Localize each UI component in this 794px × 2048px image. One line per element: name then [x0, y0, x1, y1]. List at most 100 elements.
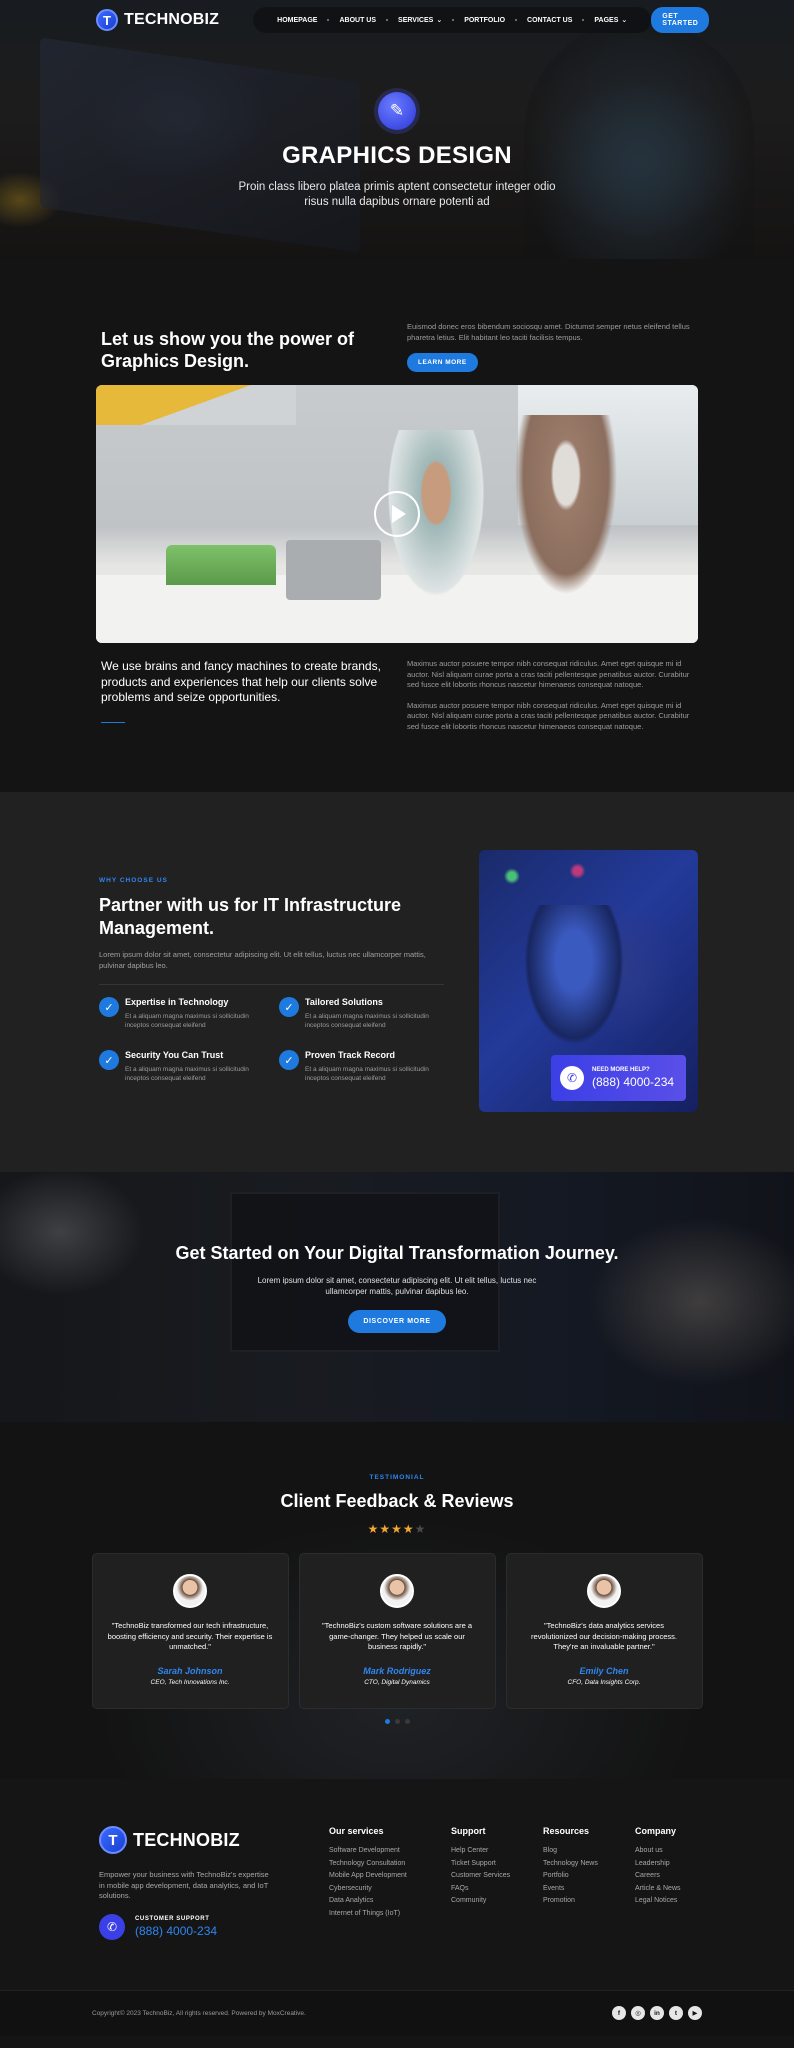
video-thumbnail[interactable] [96, 385, 698, 643]
footer-link[interactable]: About us [635, 1845, 681, 1858]
facebook-icon[interactable]: f [612, 2006, 626, 2020]
learn-more-button[interactable]: LEARN MORE [407, 353, 478, 372]
pagination-dot[interactable] [404, 1719, 410, 1724]
hero-section: T TECHNOBIZ HOMEPAGE ABOUT US SERVICES ⌄ … [0, 0, 794, 259]
feature-text: Et a aliquam magna maximus si sollicitud… [305, 1013, 429, 1029]
footer-link[interactable]: Customer Services [451, 1870, 543, 1883]
cta-description: Lorem ipsum dolor sit amet, consectetur … [257, 1276, 537, 1296]
check-icon: ✓ [99, 997, 119, 1017]
feature-title: Security You Can Trust [125, 1050, 224, 1060]
discover-more-button[interactable]: DISCOVER MORE [348, 1310, 446, 1333]
feature-text: Et a aliquam magna maximus si sollicitud… [125, 1066, 249, 1082]
phone-icon: ✆ [560, 1066, 584, 1090]
avatar [587, 1574, 621, 1608]
logo[interactable]: T TECHNOBIZ [96, 9, 219, 31]
power-lead: We use brains and fancy machines to crea… [101, 659, 381, 704]
chevron-down-icon: ⌄ [436, 17, 443, 24]
footer-link[interactable]: Careers [635, 1870, 681, 1883]
nav-item-services[interactable]: SERVICES ⌄ [388, 16, 452, 25]
star-icon: ★ [391, 1522, 403, 1536]
footer-link[interactable]: Internet of Things (IoT) [329, 1908, 451, 1921]
star-icon: ★ [414, 1522, 427, 1536]
power-heading: Let us show you the power of Graphics De… [101, 329, 355, 371]
avatar [380, 1574, 414, 1608]
footer-link[interactable]: Technology News [543, 1858, 635, 1871]
feature-title: Proven Track Record [305, 1050, 396, 1060]
footer-link[interactable]: Software Development [329, 1845, 451, 1858]
phone-icon: ✆ [99, 1913, 125, 1940]
customer-support[interactable]: ✆ CUSTOMER SUPPORT (888) 4000-234 [99, 1913, 314, 1940]
twitter-icon[interactable]: t [669, 2006, 683, 2020]
logo-icon: T [96, 9, 118, 31]
footer-column-title: Company [635, 1826, 677, 1836]
footer-link[interactable]: Blog [543, 1845, 635, 1858]
carousel-pagination [0, 1719, 794, 1724]
check-icon: ✓ [279, 1050, 299, 1070]
testimonial-quote: "TechnoBiz's custom software solutions a… [322, 1621, 472, 1651]
testimonial-section: TESTIMONIAL Client Feedback & Reviews ★★… [0, 1422, 794, 1779]
footer-link[interactable]: FAQs [451, 1883, 543, 1896]
feature-title: Expertise in Technology [125, 997, 229, 1007]
why-choose-section: WHY CHOOSE US Partner with us for IT Inf… [0, 792, 794, 1172]
footer-logo[interactable]: T TECHNOBIZ [99, 1826, 314, 1854]
accent-divider [101, 721, 125, 723]
testimonial-eyebrow: TESTIMONIAL [369, 1474, 425, 1481]
cta-section: Get Started on Your Digital Transformati… [0, 1172, 794, 1422]
testimonial-name: Mark Rodriguez [363, 1665, 431, 1676]
pagination-dot[interactable] [384, 1719, 390, 1724]
nav-item-about[interactable]: ABOUT US [329, 17, 386, 24]
footer-column-company: Company About us Leadership Careers Arti… [635, 1826, 681, 1940]
footer-link[interactable]: Portfolio [543, 1870, 635, 1883]
check-icon: ✓ [279, 997, 299, 1017]
logo-text: TECHNOBIZ [133, 1829, 240, 1850]
star-icon: ★ [402, 1522, 415, 1536]
check-icon: ✓ [99, 1050, 119, 1070]
nav-item-pages[interactable]: PAGES ⌄ [584, 16, 637, 25]
footer-link[interactable]: Article & News [635, 1883, 681, 1896]
nav-menu: HOMEPAGE ABOUT US SERVICES ⌄ PORTFOLIO CO… [253, 7, 652, 33]
testimonial-card: "TechnoBiz transformed our tech infrastr… [91, 1553, 289, 1709]
logo-text: TECHNOBIZ [124, 11, 220, 28]
testimonial-title: Client Feedback & Reviews [280, 1491, 514, 1511]
testimonial-name: Emily Chen [579, 1665, 629, 1676]
why-title: Partner with us for IT Infrastructure Ma… [99, 895, 402, 938]
chevron-down-icon: ⌄ [621, 17, 628, 24]
footer-link[interactable]: Legal Notices [635, 1895, 681, 1908]
star-icon: ★ [379, 1522, 392, 1536]
nav-item-homepage[interactable]: HOMEPAGE [267, 17, 327, 24]
footer-link[interactable]: Ticket Support [451, 1858, 543, 1871]
play-icon[interactable] [374, 491, 420, 537]
nav-item-contact[interactable]: CONTACT US [517, 17, 582, 24]
logo-icon: T [99, 1826, 127, 1854]
footer-link[interactable]: Events [543, 1883, 635, 1896]
linkedin-icon[interactable]: in [650, 2006, 664, 2020]
footer-link[interactable]: Cybersecurity [329, 1883, 451, 1896]
footer-link[interactable]: Mobile App Development [329, 1870, 451, 1883]
why-image: ✆ NEED MORE HELP? (888) 4000-234 [479, 850, 698, 1112]
nav-item-portfolio[interactable]: PORTFOLIO [454, 17, 515, 24]
footer-link[interactable]: Technology Consultation [329, 1858, 451, 1871]
instagram-icon[interactable]: ◎ [631, 2006, 645, 2020]
footer-column-title: Our services [329, 1826, 384, 1836]
feature-list: ✓ Expertise in Technology Et a aliquam ma… [99, 997, 444, 1083]
help-phone-number[interactable]: (888) 4000-234 [592, 1075, 674, 1089]
testimonial-role: CEO, Tech Innovations Inc. [150, 1678, 230, 1686]
footer-link[interactable]: Promotion [543, 1895, 635, 1908]
footer-link[interactable]: Help Center [451, 1845, 543, 1858]
help-card[interactable]: ✆ NEED MORE HELP? (888) 4000-234 [551, 1055, 686, 1101]
get-started-button[interactable]: GET STARTED [651, 7, 710, 33]
copyright: Copyright© 2023 TechnoBiz, All rights re… [92, 2009, 306, 2017]
footer-link[interactable]: Leadership [635, 1858, 681, 1871]
footer-about: Empower your business with TechnoBiz's e… [99, 1870, 269, 1900]
cta-title: Get Started on Your Digital Transformati… [175, 1243, 619, 1263]
youtube-icon[interactable]: ▶ [688, 2006, 702, 2020]
footer-link[interactable]: Community [451, 1895, 543, 1908]
power-section: Let us show you the power of Graphics De… [0, 259, 794, 792]
why-description: Lorem ipsum dolor sit amet, consectetur … [99, 950, 426, 970]
support-phone-number[interactable]: (888) 4000-234 [135, 1924, 217, 1938]
footer-link[interactable]: Data Analytics [329, 1895, 451, 1908]
hero-content: ✎ GRAPHICS DESIGN Proin class libero pla… [0, 92, 794, 210]
feature-item: ✓ Expertise in Technology Et a aliquam ma… [99, 997, 264, 1030]
pagination-dot[interactable] [394, 1719, 400, 1724]
testimonial-card: "TechnoBiz's data analytics services rev… [505, 1553, 703, 1709]
